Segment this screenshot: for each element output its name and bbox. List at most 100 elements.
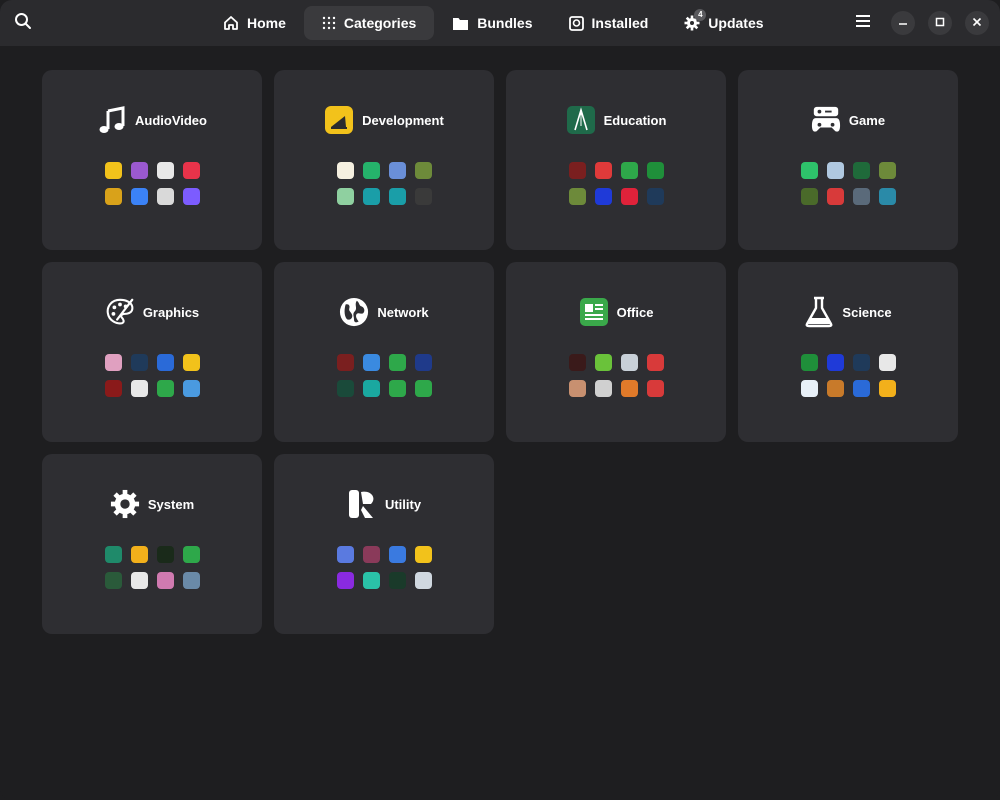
development-icon (324, 105, 354, 135)
app-icon (104, 162, 122, 179)
app-icon (414, 354, 432, 371)
app-icon (130, 162, 148, 179)
category-card-graphics[interactable]: Graphics (42, 262, 262, 442)
gamepad-icon (811, 105, 841, 135)
music-note-icon (97, 105, 127, 135)
app-icon (388, 188, 406, 205)
app-icon (826, 354, 844, 371)
category-title: Development (362, 112, 444, 128)
app-icon (826, 188, 844, 205)
view-switcher: Home Categories Bundles Installed 4 Upda… (205, 6, 782, 40)
app-icon (414, 162, 432, 179)
installed-icon (568, 15, 584, 31)
gear-icon (110, 489, 140, 519)
app-icon (620, 162, 638, 179)
app-icon (156, 380, 174, 397)
app-icon (414, 188, 432, 205)
app-icon (182, 354, 200, 371)
tab-bundles[interactable]: Bundles (434, 6, 550, 40)
category-header: Network (274, 296, 494, 328)
app-icon (104, 354, 122, 371)
app-icon-grid (274, 354, 494, 397)
app-icon (568, 188, 586, 205)
header-bar: Home Categories Bundles Installed 4 Upda… (0, 0, 1000, 46)
app-icon-grid (42, 546, 262, 589)
app-window: Home Categories Bundles Installed 4 Upda… (0, 0, 1000, 800)
category-title: Office (616, 304, 654, 320)
category-title: System (147, 496, 195, 512)
maximize-icon (935, 14, 945, 32)
app-icon-grid (274, 162, 494, 205)
app-icon (388, 546, 406, 563)
search-button[interactable] (8, 8, 38, 38)
flask-icon (804, 296, 834, 328)
tab-home[interactable]: Home (205, 6, 304, 40)
app-icon (414, 546, 432, 563)
app-icon (336, 572, 354, 589)
grid-icon (322, 16, 336, 30)
app-icon (336, 380, 354, 397)
app-icon-grid (274, 546, 494, 589)
close-button[interactable] (965, 11, 989, 35)
app-icon (182, 546, 200, 563)
app-icon (388, 572, 406, 589)
app-icon (362, 380, 380, 397)
app-icon (826, 380, 844, 397)
app-icon (336, 188, 354, 205)
tab-updates[interactable]: 4 Updates (666, 6, 781, 40)
category-header: Education (506, 104, 726, 136)
app-icon (594, 380, 612, 397)
app-icon (646, 162, 664, 179)
category-card-education[interactable]: Education (506, 70, 726, 250)
app-icon (852, 162, 870, 179)
hamburger-menu-icon (855, 14, 871, 33)
app-icon (568, 380, 586, 397)
main-menu-button[interactable] (848, 8, 878, 38)
category-header: Game (738, 104, 958, 136)
home-icon (223, 15, 239, 31)
maximize-button[interactable] (928, 11, 952, 35)
app-icon (826, 162, 844, 179)
close-icon (972, 14, 982, 32)
app-icon (182, 380, 200, 397)
app-icon (568, 354, 586, 371)
app-icon-grid (506, 354, 726, 397)
category-card-science[interactable]: Science (738, 262, 958, 442)
app-icon (594, 188, 612, 205)
app-icon (800, 188, 818, 205)
minimize-button[interactable] (891, 11, 915, 35)
app-icon (852, 188, 870, 205)
category-card-utility[interactable]: Utility (274, 454, 494, 634)
app-icon (156, 162, 174, 179)
app-icon (182, 162, 200, 179)
app-icon-grid (738, 162, 958, 205)
tab-installed[interactable]: Installed (551, 6, 667, 40)
app-icon (800, 354, 818, 371)
app-icon-grid (738, 354, 958, 397)
app-icon (130, 188, 148, 205)
category-card-office[interactable]: Office (506, 262, 726, 442)
app-icon (568, 162, 586, 179)
app-icon (362, 188, 380, 205)
app-icon (414, 380, 432, 397)
tab-bundles-label: Bundles (477, 15, 533, 31)
category-card-audiovideo[interactable]: AudioVideo (42, 70, 262, 250)
app-icon (878, 188, 896, 205)
category-header: AudioVideo (42, 104, 262, 136)
app-icon (130, 380, 148, 397)
category-card-system[interactable]: System (42, 454, 262, 634)
app-icon (156, 188, 174, 205)
education-icon (566, 105, 596, 135)
app-icon (336, 546, 354, 563)
tab-categories[interactable]: Categories (303, 6, 435, 40)
category-card-game[interactable]: Game (738, 70, 958, 250)
app-icon (104, 380, 122, 397)
category-card-development[interactable]: Development (274, 70, 494, 250)
app-icon (800, 162, 818, 179)
category-title: Game (848, 112, 886, 128)
category-card-network[interactable]: Network (274, 262, 494, 442)
app-icon (362, 572, 380, 589)
palette-icon (105, 297, 135, 327)
tab-categories-label: Categories (343, 15, 417, 31)
app-icon (620, 380, 638, 397)
